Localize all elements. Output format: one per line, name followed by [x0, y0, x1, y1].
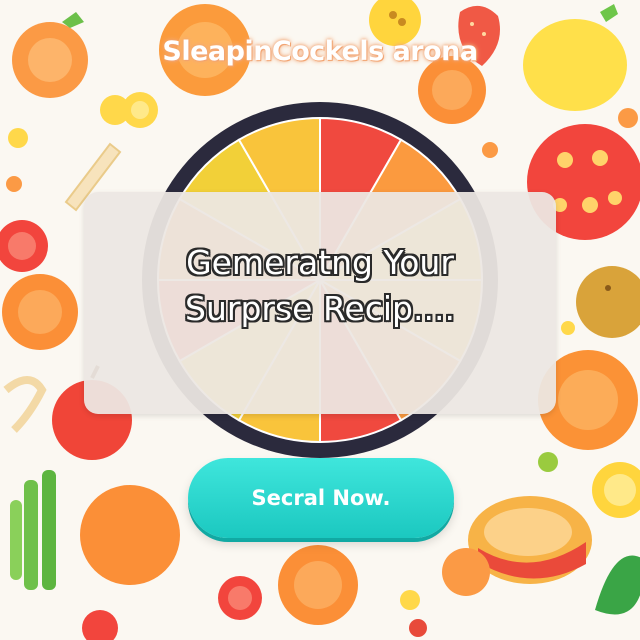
app-screen: SleapinCockels arona Gemeratng Your Surp…: [0, 0, 640, 640]
tomato-slice-icon: [218, 576, 262, 620]
lemon-slice-icon: [592, 462, 640, 518]
green-onion-icon: [10, 470, 56, 590]
orange-fruit-icon: [80, 485, 180, 585]
app-title: SleapinCockels arona: [162, 36, 478, 67]
leaf-icon: [595, 555, 640, 615]
orange-fruit-icon: [278, 545, 358, 625]
pasta-icon: [3, 376, 47, 433]
loading-message-line-2: Surprse Recip....: [185, 289, 455, 328]
loading-message-line-1: Gemeratng Your: [186, 243, 454, 282]
action-button[interactable]: Secral Now.: [188, 458, 454, 538]
loading-message: Gemeratng Your Surprse Recip....: [0, 240, 640, 332]
